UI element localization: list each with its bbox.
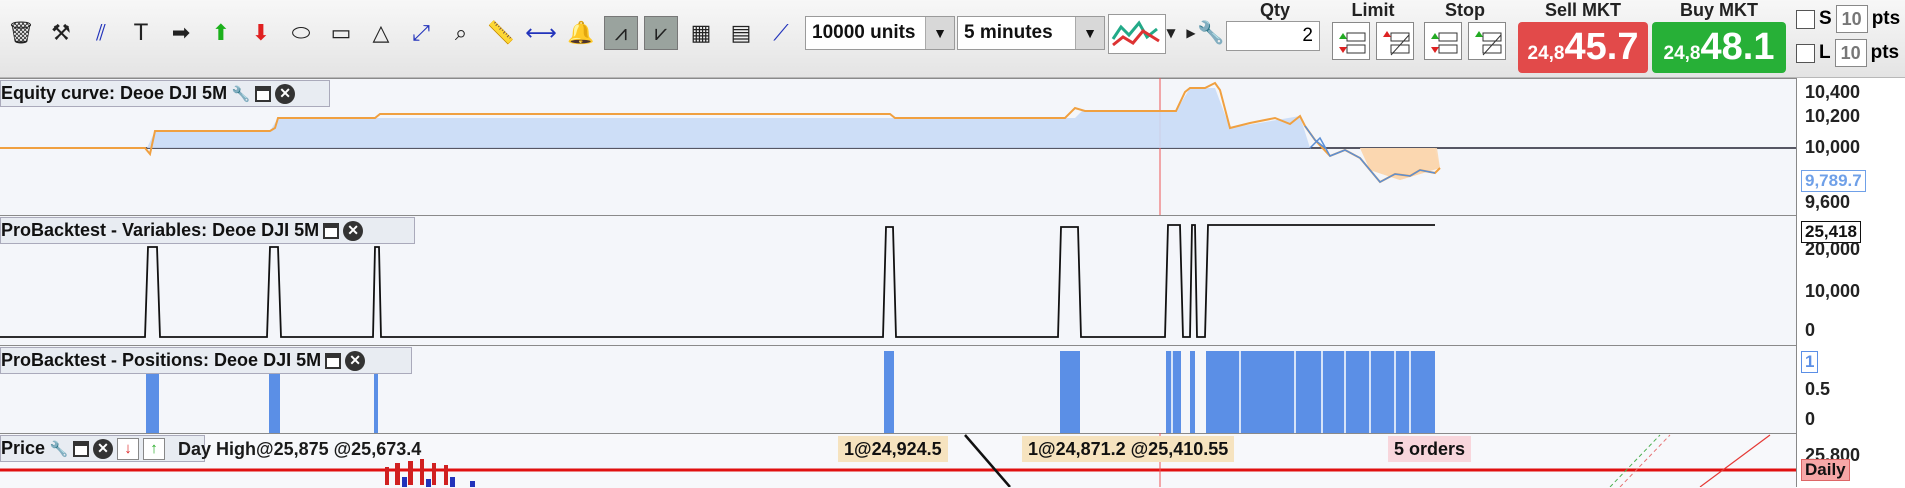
indicator-red-icon[interactable]: ⩘ (604, 16, 638, 50)
arrow-right-icon[interactable]: ➡ (164, 16, 198, 50)
variables-tick: 20,000 (1805, 239, 1861, 259)
stop-label: Stop (1445, 0, 1485, 20)
day-high-label: Day High@25,875 @25,673.4 (178, 439, 422, 459)
units-select[interactable]: 10000 units ▼ (805, 16, 955, 50)
order-tag[interactable]: 1@24,924.5 (838, 436, 948, 462)
buy-price: 48.1 (1700, 26, 1775, 68)
long-stop-row: L 10 pts (1796, 38, 1899, 68)
close-icon[interactable]: ✕ (343, 220, 364, 241)
expand-icon[interactable]: ⤢ (404, 16, 438, 50)
window-icon[interactable] (325, 352, 342, 369)
close-icon[interactable]: ✕ (345, 350, 366, 371)
equity-tick: 9,600 (1805, 192, 1851, 212)
short-checkbox[interactable] (1796, 9, 1815, 29)
wrench-icon[interactable]: 🔧 (231, 84, 251, 104)
wrench-icon[interactable]: 🔧 (1196, 16, 1226, 50)
grid-chart-2-icon[interactable]: ▤ (724, 16, 758, 50)
ellipse-tool-icon[interactable]: ⬭ (284, 16, 318, 50)
qty-input[interactable]: 2 (1226, 21, 1320, 51)
positions-tick: 0.5 (1805, 379, 1831, 399)
chevron-down-icon[interactable]: ▼ (1075, 17, 1104, 49)
ruler-icon[interactable]: 📏 (484, 16, 518, 50)
pts-label: pts (1870, 42, 1900, 63)
order-tag[interactable]: 1@24,871.2 @25,410.55 (1022, 436, 1235, 462)
pts-label: pts (1871, 8, 1901, 29)
equity-tick: 10,200 (1805, 106, 1861, 126)
add-indicator-icon[interactable] (1108, 14, 1166, 54)
sell-price-prefix: 24,8 (1527, 43, 1565, 64)
limit-buy-button[interactable] (1332, 22, 1370, 60)
limit-label: Limit (1351, 0, 1395, 20)
qty-label: Qty (1259, 0, 1290, 20)
toolbar: 🗑 ⚒ ⫽ T ➡ ⬆ ⬇ ⬭ ▭ △ ⤢ ⌕ 📏 ⟷ 🔔 ⩘ ⩗ ▦ ▤ ⟋ 10000 units ▼ 5 min… (0, 0, 1905, 78)
price-axis: 25,800 Daily (1796, 433, 1905, 487)
green-up-arrow-icon[interactable]: ⬆ (204, 16, 238, 50)
rectangle-tool-icon[interactable]: ▭ (324, 16, 358, 50)
limit-sell-button[interactable] (1376, 22, 1414, 60)
price-title-text: Price (1, 438, 46, 458)
stop-sell-button[interactable] (1468, 22, 1506, 60)
stop-buy-button[interactable] (1424, 22, 1462, 60)
short-stop-row: S 10 pts (1796, 4, 1900, 34)
positions-panel-title[interactable]: ProBacktest - Positions: Deoe DJI 5M ✕ (0, 347, 412, 374)
daily-label: Daily (1801, 459, 1850, 481)
buy-mkt-label: Buy MKT (1680, 0, 1758, 20)
close-icon[interactable]: ✕ (275, 83, 296, 104)
chevron-down-icon[interactable]: ▼ (1164, 16, 1178, 50)
green-up-arrow-icon[interactable]: ↑ (143, 437, 166, 460)
short-pts-input[interactable]: 10 (1835, 5, 1868, 33)
variables-panel-title[interactable]: ProBacktest - Variables: Deoe DJI 5M ✕ (0, 217, 415, 244)
trendline-icon[interactable]: ⟋ (764, 16, 798, 50)
window-icon[interactable] (323, 222, 340, 239)
magnifier-icon[interactable]: ⌕ (444, 16, 478, 50)
variables-axis: 25,418 20,000 10,000 0 (1796, 215, 1905, 345)
positions-tick: 0 (1805, 409, 1816, 429)
grid-chart-icon[interactable]: ▦ (684, 16, 718, 50)
sell-mkt-button[interactable]: 24,8 45.7 (1518, 22, 1648, 73)
orders-count-tag[interactable]: 5 orders (1388, 436, 1472, 462)
equity-tick: 10,000 (1805, 137, 1861, 157)
variables-title-text: ProBacktest - Variables: Deoe DJI 5M (1, 220, 320, 240)
chevron-right-icon[interactable]: ▶ (1186, 16, 1196, 50)
interval-select-value: 5 minutes (964, 22, 1053, 43)
triangle-tool-icon[interactable]: △ (364, 16, 398, 50)
wrench-icon[interactable]: 🔧 (49, 439, 69, 459)
long-checkbox[interactable] (1796, 43, 1815, 63)
horizontal-line-icon[interactable]: ⟷ (524, 16, 558, 50)
sell-price: 45.7 (1564, 26, 1639, 68)
positions-axis: 1 0.5 0 (1796, 345, 1905, 433)
text-tool-icon[interactable]: T (124, 16, 158, 50)
window-icon[interactable] (73, 440, 90, 457)
positions-title-text: ProBacktest - Positions: Deoe DJI 5M (1, 350, 322, 370)
trash-icon[interactable]: 🗑 (4, 16, 38, 50)
chevron-down-icon[interactable]: ▼ (925, 17, 954, 49)
buy-mkt-button[interactable]: 24,8 48.1 (1652, 22, 1786, 73)
equity-tick: 10,400 (1805, 82, 1861, 102)
long-label: L (1819, 42, 1831, 63)
units-select-value: 10000 units (812, 22, 916, 43)
indicator-green-icon[interactable]: ⩗ (644, 16, 678, 50)
window-icon[interactable] (255, 85, 272, 102)
equity-current-value: 9,789.7 (1801, 170, 1866, 192)
interval-select[interactable]: 5 minutes ▼ (957, 16, 1105, 50)
equity-panel-title[interactable]: Equity curve: Deoe DJI 5M 🔧 ✕ (0, 80, 330, 107)
alert-bell-icon[interactable]: 🔔 (564, 16, 598, 50)
close-icon[interactable]: ✕ (93, 438, 114, 459)
variables-tick: 10,000 (1805, 281, 1861, 301)
red-down-arrow-icon[interactable]: ⬇ (244, 16, 278, 50)
buy-price-prefix: 24,8 (1663, 43, 1701, 64)
cross-lines-icon[interactable]: ⫽ (84, 16, 118, 50)
red-down-arrow-icon[interactable]: ↓ (117, 437, 140, 460)
variables-tick: 0 (1805, 320, 1816, 340)
equity-axis: 10,400 10,200 10,000 9,789.7 9,600 (1796, 78, 1905, 215)
short-label: S (1819, 8, 1832, 29)
tools-icon[interactable]: ⚒ (44, 16, 78, 50)
sell-mkt-label: Sell MKT (1544, 0, 1621, 20)
long-pts-input[interactable]: 10 (1834, 39, 1867, 67)
positions-current-value: 1 (1801, 351, 1819, 373)
equity-title-text: Equity curve: Deoe DJI 5M (1, 83, 228, 103)
